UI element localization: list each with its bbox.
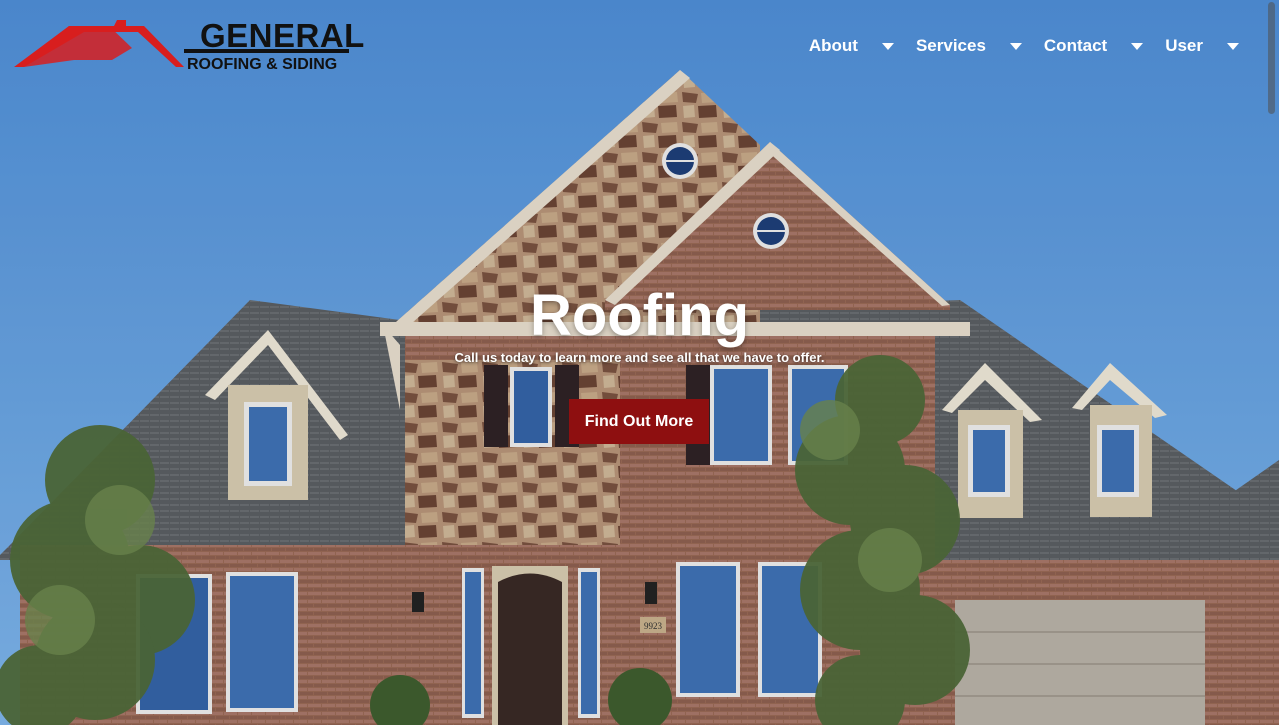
nav-item-label: Contact <box>1043 36 1108 55</box>
find-out-more-button[interactable]: Find Out More <box>569 399 709 444</box>
nav-item-contact[interactable]: Contact <box>1043 36 1144 56</box>
caret-down-icon[interactable] <box>1009 42 1022 50</box>
page-scrollbar[interactable] <box>1268 2 1275 114</box>
caret-down-icon[interactable] <box>1131 42 1144 50</box>
brand-name: GENERAL <box>200 17 365 54</box>
nav-item-label: Services <box>915 36 986 55</box>
hero-section: 9923 GENERAL ROOFING & SIDING About Serv… <box>0 0 1279 725</box>
caret-down-icon[interactable] <box>1227 42 1239 50</box>
main-navigation: About Services Contact User <box>809 36 1239 56</box>
caret-down-icon[interactable] <box>881 42 894 50</box>
hero-subtitle: Call us today to learn more and see all … <box>454 350 825 365</box>
nav-item-user[interactable]: User <box>1165 36 1239 56</box>
brand-tagline: ROOFING & SIDING <box>187 56 338 73</box>
hero-title: Roofing <box>529 283 750 348</box>
nav-item-services[interactable]: Services <box>916 36 1022 56</box>
nav-item-label: User <box>1165 36 1203 55</box>
nav-item-label: About <box>808 36 858 55</box>
nav-item-about[interactable]: About <box>809 36 894 56</box>
brand-logo[interactable]: GENERAL ROOFING & SIDING <box>14 17 364 76</box>
